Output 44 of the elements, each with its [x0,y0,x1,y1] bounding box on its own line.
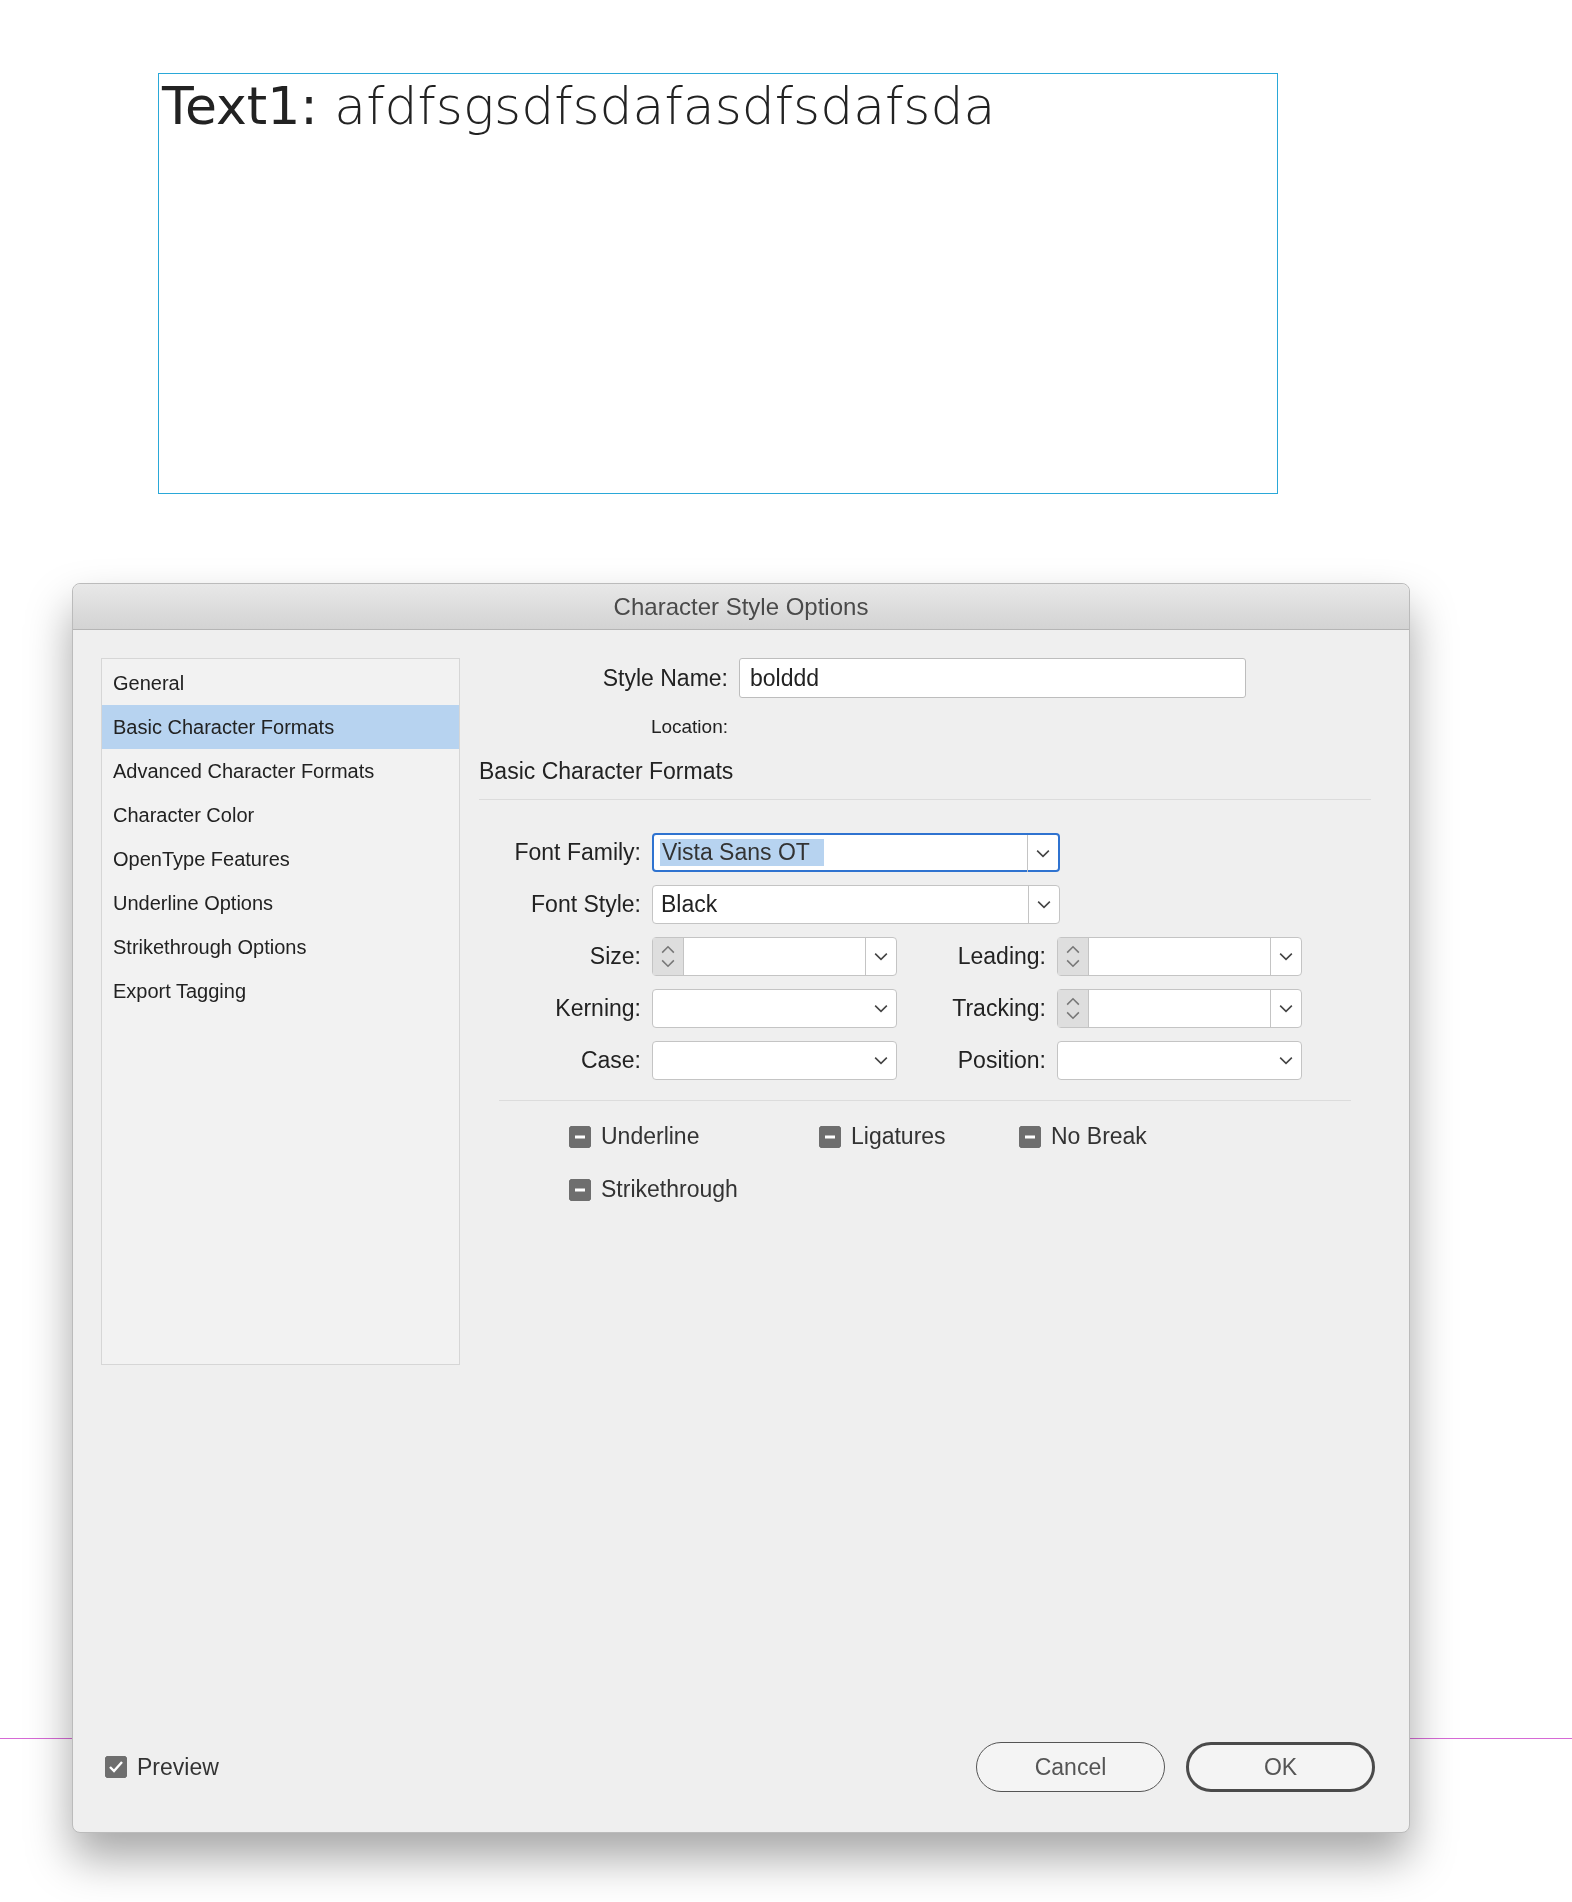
checkbox[interactable] [1019,1125,1041,1148]
sidebar-item[interactable]: General [102,661,459,705]
checkbox-label: Strikethrough [601,1176,738,1203]
field-label: Case: [579,1047,641,1074]
field-label: Size: [588,943,641,970]
combo-box[interactable]: Black [652,885,1060,924]
cancel-button[interactable]: Cancel [976,1742,1165,1792]
sidebar-item[interactable]: Underline Options [102,881,459,925]
combo-box[interactable]: Vista Sans OT [652,833,1060,872]
spinner-field[interactable] [1057,989,1302,1028]
checkbox-label: No Break [1051,1123,1147,1150]
field-label: Font Style: [530,891,641,918]
checkbox-label: Ligatures [851,1123,946,1150]
checkbox[interactable] [569,1178,591,1201]
dialog-title: Character Style Options [613,592,869,621]
ok-button[interactable]: OK [1186,1742,1375,1792]
field-label: Location: [649,716,728,738]
field-label: Style Name: [601,664,728,692]
spinner-field[interactable] [652,937,897,976]
stepper-icon[interactable] [1058,990,1089,1027]
field-value: Black [660,891,719,918]
field-label: Position: [956,1047,1046,1074]
stepper-icon[interactable] [1058,938,1089,975]
checkbox[interactable] [819,1125,841,1148]
checkbox-label: Preview [137,1753,219,1781]
checkbox-label: Underline [601,1123,700,1150]
frame-text: Text1: afdfsgsdfsdafasdfsdafsda [160,75,996,136]
sidebar-item[interactable]: Character Color [102,793,459,837]
field-value: Vista Sans OT [660,839,824,866]
sidebar-item[interactable]: OpenType Features [102,837,459,881]
checkbox[interactable] [105,1756,127,1778]
style-name-field[interactable]: bolddd [739,658,1246,698]
stepper-icon[interactable] [653,938,684,975]
sidebar-item[interactable]: Export Tagging [102,969,459,1013]
section-heading: Basic Character Formats [479,758,735,785]
field-label: Leading: [956,943,1046,970]
checkbox[interactable] [569,1125,591,1148]
field-label: Kerning: [554,995,641,1022]
spinner-field[interactable] [1057,937,1302,976]
field-label: Tracking: [951,995,1046,1022]
sidebar-item[interactable]: Basic Character Formats [102,705,459,749]
field-label: Font Family: [513,839,641,866]
sidebar-item[interactable]: Strikethrough Options [102,925,459,969]
sidebar-item[interactable]: Advanced Character Formats [102,749,459,793]
